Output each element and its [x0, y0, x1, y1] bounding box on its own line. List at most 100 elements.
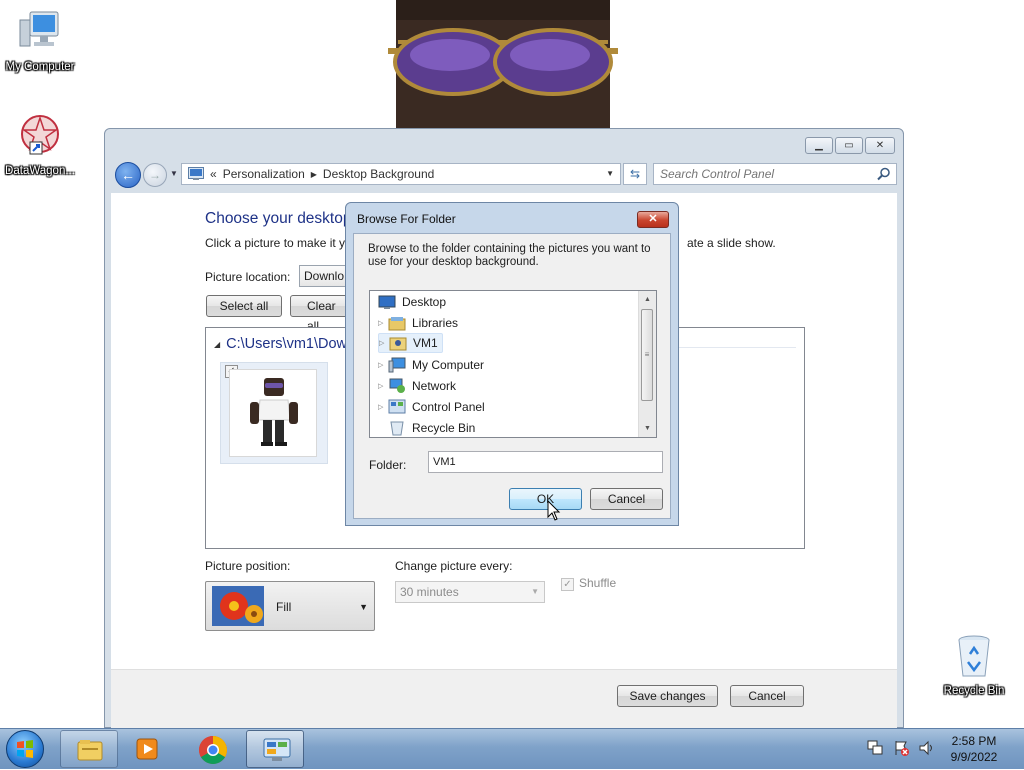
shuffle-label: Shuffle: [579, 576, 617, 590]
folder-icon: [77, 740, 103, 761]
tree-item-recycle-bin[interactable]: Recycle Bin: [388, 418, 475, 437]
window-footer: Save changes Cancel: [111, 669, 897, 728]
search-input[interactable]: [660, 165, 870, 183]
expand-icon[interactable]: ▷: [378, 382, 388, 390]
tree-item-network[interactable]: ▷ Network: [378, 376, 456, 396]
desktop-icon-recycle-bin[interactable]: Recycle Bin: [934, 632, 1014, 697]
volume-icon[interactable]: [918, 739, 936, 757]
expand-icon[interactable]: ▷: [378, 319, 388, 327]
user-folder-icon: [389, 337, 407, 351]
tree-item-label: Network: [412, 379, 457, 393]
tree-item-label: My Computer: [412, 358, 485, 372]
scroll-up-icon[interactable]: ▲: [639, 291, 656, 308]
browse-for-folder-dialog: Browse For Folder ✕ Browse to the folder…: [345, 202, 679, 526]
address-dropdown-icon[interactable]: ▼: [606, 169, 614, 178]
taskbar-control-panel[interactable]: [246, 730, 304, 768]
start-button[interactable]: [6, 730, 44, 768]
search-box[interactable]: [653, 163, 897, 185]
refresh-icon: ⇆: [629, 167, 641, 181]
tree-scrollbar[interactable]: ▲ ≡ ▼: [638, 291, 656, 437]
page-description: Click a picture to make it y: [205, 236, 346, 250]
maximize-button[interactable]: ▭: [835, 137, 863, 154]
desktop-icon-my-computer[interactable]: My Computer: [0, 8, 80, 73]
scrollbar-thumb[interactable]: ≡: [641, 309, 653, 401]
breadcrumb-desktop-background[interactable]: Desktop Background: [323, 167, 434, 181]
dropdown-arrow-icon: ▼: [531, 587, 539, 596]
shuffle-checkbox: ✓: [561, 578, 574, 591]
back-arrow-icon: ←: [121, 167, 135, 183]
tree-item-vm1[interactable]: ▷ VM1: [378, 333, 443, 353]
folder-group-header[interactable]: ◢ C:\Users\vm1\Dow: [214, 336, 347, 352]
tree-item-desktop[interactable]: Desktop: [378, 292, 446, 312]
clear-all-button[interactable]: Clear all: [290, 295, 350, 333]
character-image: [250, 378, 298, 446]
desktop-icon-label: Recycle Bin: [943, 685, 1005, 697]
breadcrumb-personalization[interactable]: Personalization: [223, 167, 305, 181]
tree-item-label: Libraries: [412, 316, 459, 330]
breadcrumb: « Personalization ▶ Desktop Background: [210, 167, 434, 181]
cancel-button[interactable]: Cancel: [730, 685, 804, 707]
desktop-icon-label: DataWagon...: [5, 165, 75, 177]
taskbar-media-player[interactable]: [118, 730, 176, 768]
picture-position-value: Fill: [276, 600, 292, 614]
forward-arrow-icon: →: [149, 168, 161, 182]
dropdown-arrow-icon: ▼: [359, 602, 368, 612]
mouse-cursor-icon: [547, 500, 561, 521]
network-icon: [389, 378, 405, 393]
recent-pages-dropdown[interactable]: ▼: [170, 169, 178, 178]
tree-item-label: VM1: [413, 336, 438, 350]
picture-position-label: Picture position:: [205, 559, 291, 573]
expand-icon[interactable]: ▷: [378, 403, 388, 411]
dialog-title: Browse For Folder: [357, 212, 456, 226]
taskbar: 2:58 PM 9/9/2022: [0, 728, 1024, 769]
breadcrumb-overflow[interactable]: «: [210, 167, 217, 181]
change-picture-value: 30 minutes: [400, 585, 459, 599]
taskbar-chrome[interactable]: [183, 730, 241, 768]
folder-input[interactable]: [428, 451, 663, 473]
chevron-right-icon[interactable]: ▶: [311, 170, 317, 179]
refresh-button[interactable]: ⇆: [623, 163, 647, 185]
back-button[interactable]: ←: [115, 162, 141, 188]
dialog-close-button[interactable]: ✕: [637, 211, 669, 228]
taskbar-explorer[interactable]: [60, 730, 118, 768]
datawagon-icon: [21, 115, 59, 155]
folder-label: Folder:: [369, 458, 407, 472]
close-button[interactable]: ✕: [865, 137, 895, 154]
windows-logo-icon: [17, 740, 33, 758]
media-player-icon: [136, 738, 158, 760]
tree-item-my-computer[interactable]: ▷ My Computer: [378, 355, 484, 375]
picture-location-label: Picture location:: [205, 270, 291, 284]
collapse-icon[interactable]: ◢: [214, 340, 220, 349]
clock[interactable]: 2:58 PM 9/9/2022: [944, 733, 1004, 765]
picture-thumbnail-item[interactable]: ✓: [220, 362, 328, 464]
flower-preview-icon: [212, 586, 264, 626]
save-changes-button[interactable]: Save changes: [617, 685, 718, 707]
chrome-icon: [199, 736, 227, 764]
picture-position-select[interactable]: Fill ▼: [205, 581, 375, 631]
libraries-icon: [388, 317, 406, 331]
tree-item-libraries[interactable]: ▷ Libraries: [378, 313, 458, 333]
scroll-down-icon[interactable]: ▼: [639, 420, 656, 437]
forward-button[interactable]: →: [143, 163, 167, 187]
tree-item-control-panel[interactable]: ▷ Control Panel: [378, 397, 485, 417]
expand-icon[interactable]: ▷: [379, 339, 389, 347]
search-icon[interactable]: [877, 167, 891, 181]
recycle-bin-icon: [958, 635, 990, 677]
action-center-icon[interactable]: [892, 739, 910, 757]
ok-button[interactable]: OK: [509, 488, 582, 510]
dialog-description: Browse to the folder containing the pict…: [368, 243, 651, 268]
computer-icon: [19, 11, 59, 47]
wallpaper-character-head: [388, 0, 618, 128]
control-panel-icon: [263, 738, 291, 761]
expand-icon[interactable]: ▷: [378, 361, 388, 369]
address-bar[interactable]: « Personalization ▶ Desktop Background ▼: [181, 163, 621, 185]
desktop-icon: [378, 295, 396, 309]
select-all-button[interactable]: Select all: [206, 295, 282, 317]
folder-tree[interactable]: Desktop ▷ Libraries ▷ VM1 ▷ My Computer …: [369, 290, 657, 438]
minimize-button[interactable]: ▁: [805, 137, 833, 154]
picture-thumbnail: [229, 369, 317, 457]
network-status-icon[interactable]: [866, 739, 884, 757]
system-tray: [866, 739, 936, 757]
dialog-cancel-button[interactable]: Cancel: [590, 488, 663, 510]
desktop-icon-datawagon[interactable]: DataWagon...: [0, 112, 80, 177]
